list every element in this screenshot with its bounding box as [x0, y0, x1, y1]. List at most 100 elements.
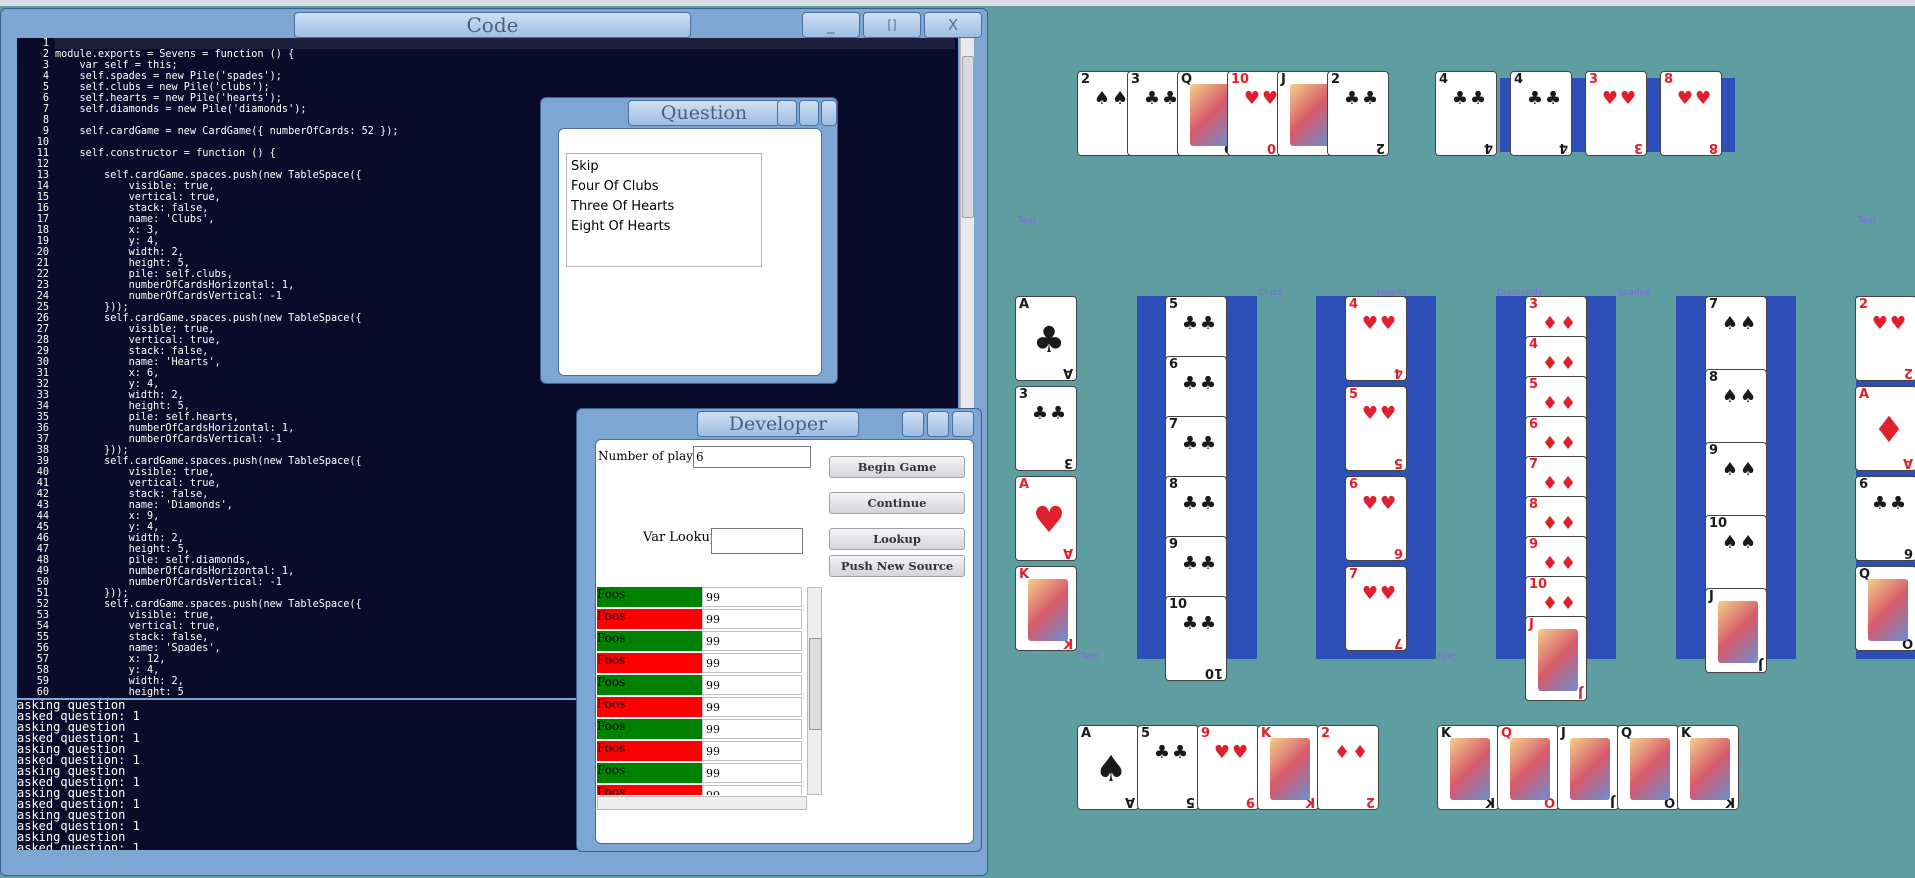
variable-row[interactable]: Foos99: [597, 653, 807, 675]
playing-card[interactable]: 33♣♣: [1015, 386, 1077, 471]
line-number: 6: [42, 93, 49, 104]
playing-card[interactable]: QQ: [1617, 725, 1679, 810]
variable-value[interactable]: 99: [702, 609, 802, 629]
line-number: 45: [36, 522, 49, 533]
question-option[interactable]: Four Of Clubs: [567, 177, 761, 197]
playing-card[interactable]: 9 9 ♥♥: [1197, 725, 1259, 810]
question-window-title[interactable]: Question: [628, 100, 780, 126]
playing-card[interactable]: KK: [1015, 566, 1077, 651]
begin-game-button[interactable]: Begin Game: [829, 456, 965, 478]
line-number: 30: [36, 357, 49, 368]
variable-row[interactable]: Foos99: [597, 697, 807, 719]
suit-pip-icon: ♣♣: [1181, 613, 1219, 634]
variable-key: Foos: [597, 741, 702, 761]
line-number: 24: [36, 291, 49, 302]
players-input[interactable]: 6: [693, 446, 811, 468]
code-line[interactable]: self.clubs = new Pile('clubs');: [55, 82, 955, 93]
playing-card[interactable]: JJ: [1705, 588, 1767, 673]
lookup-button[interactable]: Lookup: [829, 528, 965, 550]
code-line[interactable]: self.spades = new Pile('spades');: [55, 71, 955, 82]
push-new-source-button[interactable]: Push New Source: [829, 555, 965, 577]
variable-row[interactable]: Foos99: [597, 631, 807, 653]
playing-card[interactable]: JJ: [1525, 616, 1587, 701]
code-scroll-thumb[interactable]: [962, 56, 974, 218]
playing-card[interactable]: 7 7 ♥♥: [1345, 566, 1407, 651]
variable-value[interactable]: 99: [702, 785, 802, 795]
playing-card[interactable]: KK: [1437, 725, 1499, 810]
playing-card[interactable]: 66♣♣: [1855, 476, 1915, 561]
maximize-button[interactable]: [927, 411, 949, 437]
variable-value[interactable]: 99: [702, 763, 802, 783]
continue-button[interactable]: Continue: [829, 492, 965, 514]
variable-row[interactable]: Foos99: [597, 763, 807, 785]
variable-row[interactable]: Foos99: [597, 741, 807, 763]
variable-value[interactable]: 99: [702, 675, 802, 695]
code-line[interactable]: [55, 38, 955, 49]
variable-value[interactable]: 99: [702, 697, 802, 717]
card-rank: 8: [1709, 370, 1719, 385]
playing-card[interactable]: 4 4 ♥♥: [1345, 296, 1407, 381]
playing-card[interactable]: QQ: [1497, 725, 1559, 810]
code-line[interactable]: module.exports = Sevens = function () {: [55, 49, 955, 60]
face-card-art: [1290, 84, 1330, 146]
variable-row[interactable]: Foos99: [597, 675, 807, 697]
playing-card[interactable]: A A ♣: [1015, 296, 1077, 381]
question-options-list[interactable]: Skip Four Of Clubs Three Of Hearts Eight Of…: [566, 153, 762, 267]
playing-card[interactable]: 2 2 ♦♦: [1317, 725, 1379, 810]
close-button[interactable]: X: [924, 12, 982, 38]
close-button[interactable]: [821, 100, 837, 126]
variable-row[interactable]: Foos99: [597, 587, 807, 609]
playing-card[interactable]: A A ♥: [1015, 476, 1077, 561]
variable-value[interactable]: 99: [702, 587, 802, 607]
playing-card[interactable]: 2 2 ♣♣: [1327, 71, 1389, 156]
playing-card[interactable]: 6 6 ♥♥: [1345, 476, 1407, 561]
minimize-button[interactable]: [902, 411, 924, 437]
playing-card[interactable]: 3 3 ♥♥: [1585, 71, 1647, 156]
var-lookup-input[interactable]: [711, 528, 803, 554]
playing-card[interactable]: KK: [1677, 725, 1739, 810]
maximize-button[interactable]: [799, 100, 819, 126]
variable-value[interactable]: 99: [702, 719, 802, 739]
card-rank: 4: [1514, 72, 1524, 87]
close-button[interactable]: [952, 411, 974, 437]
card-rank: 10: [1169, 597, 1188, 612]
developer-window-title[interactable]: Developer: [697, 411, 859, 437]
playing-card[interactable]: 2 2 ♥♥: [1855, 296, 1915, 381]
line-number: 55: [36, 632, 49, 643]
playing-card[interactable]: KK: [1257, 725, 1319, 810]
variable-row[interactable]: Foos99: [597, 719, 807, 741]
variable-value[interactable]: 99: [702, 653, 802, 673]
variable-row[interactable]: Foos99: [597, 785, 807, 795]
playing-card[interactable]: JJ: [1557, 725, 1619, 810]
variable-value[interactable]: 99: [702, 741, 802, 761]
question-option[interactable]: Three Of Hearts: [567, 197, 761, 217]
playing-card[interactable]: QQ: [1855, 566, 1915, 651]
minimize-button[interactable]: [777, 100, 797, 126]
playing-card[interactable]: A A ♠: [1077, 725, 1139, 810]
playing-card[interactable]: 8 8 ♥♥: [1660, 71, 1722, 156]
code-window-title[interactable]: Code: [294, 12, 691, 38]
playing-card[interactable]: 55♣♣: [1137, 725, 1199, 810]
line-number: 50: [36, 577, 49, 588]
line-number-gutter: 1 2 3 4 5 6 7 8 9 10 11 12 13 14 15 16 17 18 19 20 21 22 23 24 2…: [17, 38, 49, 698]
playing-card[interactable]: 4 4 ♣♣: [1510, 71, 1572, 156]
face-card-art: [1028, 579, 1068, 641]
playing-card[interactable]: A A ♦: [1855, 386, 1915, 471]
question-option[interactable]: Eight Of Hearts: [567, 217, 761, 237]
minimize-button[interactable]: _: [802, 12, 860, 38]
line-number: 28: [36, 335, 49, 346]
code-line[interactable]: width: 2,: [55, 390, 955, 401]
maximize-button[interactable]: []: [863, 12, 921, 38]
grid-hscroll[interactable]: [597, 796, 807, 810]
grid-scroll-thumb[interactable]: [809, 638, 822, 730]
variable-value[interactable]: 99: [702, 631, 802, 651]
playing-card[interactable]: 5 5 ♥♥: [1345, 386, 1407, 471]
suit-pip-icon: ♣♣: [1143, 88, 1181, 109]
playing-card[interactable]: 10 10 ♣♣: [1165, 596, 1227, 681]
code-line[interactable]: var self = this;: [55, 60, 955, 71]
question-option[interactable]: Skip: [567, 157, 761, 177]
playing-card[interactable]: 4 4 ♣♣: [1435, 71, 1497, 156]
variable-row[interactable]: Foos99: [597, 609, 807, 631]
grid-vscroll[interactable]: [807, 587, 822, 795]
variables-grid[interactable]: Foos 99 Foos 99 Foos 99 Foos 99 Foos 99 Foos 99 Foos…: [597, 587, 807, 795]
